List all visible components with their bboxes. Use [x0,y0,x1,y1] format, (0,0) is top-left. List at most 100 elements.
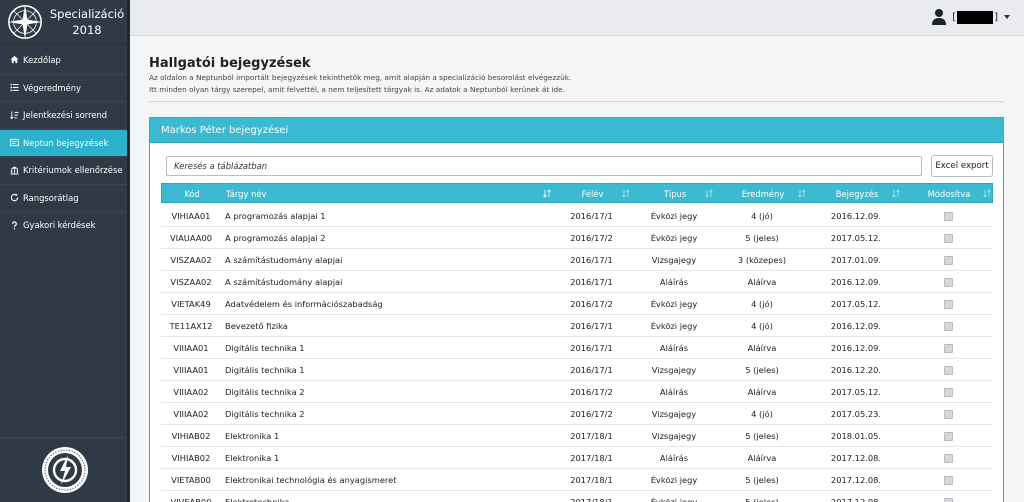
cell-modositva [903,381,993,403]
col-header-targy[interactable]: Tárgy név [226,184,267,204]
cell-modositva [903,337,993,359]
cell-bejegyzes: 2017.05.12. [830,233,882,243]
modified-checkbox [943,233,953,243]
cell-tipus: Évközi jegy [650,299,698,309]
table-row[interactable]: VIIIAA01 Digitális technika 1 2016/17/1 Viz… [161,359,993,381]
cell-felev: 2016/17/1 [570,211,613,221]
entries-panel: Markos Péter bejegyzései Keresés a táblá… [149,117,1004,502]
cell-felev: 2016/17/2 [570,233,613,243]
cell-modositva [903,227,993,249]
panel-title: Markos Péter bejegyzései [150,118,1003,143]
cell-modositva [903,271,993,293]
table-row[interactable]: TE11AX12 Bevezető fizika 2016/17/1 Évközi j… [161,315,993,337]
col-header-eredmeny[interactable]: Eredmény [719,184,807,204]
table-row[interactable]: VIETAK49 Adatvédelem és információszabads… [161,293,993,315]
modified-checkbox [943,277,953,287]
sidebar-item-rangsoratlag[interactable]: Rangsorátlag [0,183,130,212]
sidebar-item-kezdolap[interactable]: Kezdőlap [0,46,130,74]
col-header-label: Típus [663,189,687,199]
sidebar-item-neptun-bejegyzesek[interactable]: Neptun bejegyzések [0,128,130,156]
user-name-bracket-open: [ [952,11,957,23]
cell-felev: 2017/18/1 [570,431,613,441]
cell-targy-nev: Elektronika 1 [225,453,280,463]
cell-tipus: Évközi jegy [650,475,698,485]
cell-kod: TE11AX12 [169,321,213,331]
sidebar-item-jelentkezesi-sorrend[interactable]: Jelentkezési sorrend [0,101,130,129]
cell-modositva [903,469,993,491]
cell-bejegyzes: 2017.01.09. [830,255,882,265]
app-title-line1: Specializáció [49,7,125,21]
modified-checkbox [943,431,953,441]
user-icon [932,9,947,25]
cell-felev: 2017/18/1 [570,475,613,485]
sidebar-nav: Kezdőlap Végeredmény Jelentkezési sorren… [0,46,130,239]
modified-checkbox [943,343,953,353]
cell-bejegyzes: 2017.12.08. [830,453,882,463]
table-row[interactable]: VISZAA02 A számítástudomány alapjai 2016/1… [161,271,993,293]
list-icon [10,84,19,92]
cell-bejegyzes: 2018.01.05. [830,431,882,441]
col-header-kod[interactable]: Kód [162,184,222,204]
table-row[interactable]: VIAUAA00 A programozás alapjai 2 2016/17/2… [161,227,993,249]
table-row[interactable]: VIHIAA01 A programozás alapjai 1 2016/17/1… [161,205,993,227]
modified-checkbox [943,409,953,419]
compass-logo-icon [7,4,43,40]
cell-tipus: Évközi jegy [650,321,698,331]
col-header-label: Kód [184,189,200,199]
cell-eredmeny: 4 (jó) [751,211,773,221]
brand[interactable]: Specializáció 2018 [0,0,130,45]
cell-modositva [903,249,993,271]
col-header-felev[interactable]: Félév [557,184,628,204]
table-row[interactable]: VIETAB00 Elektronikai technológia és anya… [161,469,993,491]
cell-felev: 2016/17/1 [570,277,613,287]
cell-bejegyzes: 2016.12.20. [830,365,882,375]
cell-felev: 2016/17/1 [570,321,613,331]
sort-asc-icon[interactable] [543,189,551,198]
cell-kod: VIIIAA02 [173,387,209,397]
table-row[interactable]: VIIIAA02 Digitális technika 2 2016/17/2 Viz… [161,403,993,425]
table-row[interactable]: VIHIAB02 Elektronika 1 2017/18/1 Vizsgajegy… [161,425,993,447]
sort-icon[interactable] [892,189,900,198]
sidebar-item-kriteriumok[interactable]: Kritériumok ellenőrzése [0,156,130,184]
user-menu[interactable]: [ ] [931,8,1010,26]
cell-kod: VIIIAA01 [173,343,209,353]
col-header-modositva[interactable]: Módosítva [904,184,994,204]
table-row[interactable]: VISZAA02 A számítástudomány alapjai 2016/1… [161,249,993,271]
app-title-line2: 2018 [72,23,102,37]
table-row[interactable]: VIHIAB02 Elektronika 1 2017/18/1 Aláírás Alá… [161,447,993,469]
cell-eredmeny: 3 (közepes) [737,255,787,265]
col-header-tipus[interactable]: Típus [636,184,714,204]
sort-icon[interactable] [983,189,991,198]
cell-tipus: Évközi jegy [650,233,698,243]
table-search-input[interactable]: Keresés a táblázatban [166,156,922,176]
cell-targy-nev: Digitális technika 1 [225,365,305,375]
cell-bejegyzes: 2017.05.12. [830,387,882,397]
col-header-label: Módosítva [927,189,971,199]
cell-felev: 2017/18/1 [570,453,613,463]
excel-export-button[interactable]: Excel export [931,155,993,177]
cell-felev: 2016/17/1 [570,365,613,375]
col-header-bejegyzes[interactable]: Bejegyzés [813,184,901,204]
sidebar-item-vegeredmeny[interactable]: Végeredmény [0,73,130,102]
cell-modositva [903,359,993,381]
cell-tipus: Aláírás [659,343,689,353]
modified-checkbox [943,475,953,485]
home-icon [10,56,19,64]
table-header: Kód Tárgy név Félév Típus Eredmény Bejeg… [161,183,993,203]
cell-targy-nev: Adatvédelem és információszabadság [225,299,383,309]
cell-bejegyzes: 2017.05.12. [830,299,882,309]
table-row[interactable]: VIIIAA01 Digitális technika 1 2016/17/1 Alá… [161,337,993,359]
sort-icon[interactable] [798,189,806,198]
cell-tipus: Aláírás [659,277,689,287]
modified-checkbox [943,321,953,331]
sort-icon[interactable] [622,189,630,198]
sort-icon[interactable] [705,189,713,198]
table-row[interactable]: VIVEAB00 Elektrotechnika 2017/18/1 Évközi j… [161,491,993,502]
cell-kod: VIVEAB00 [170,497,212,502]
cell-felev: 2016/17/2 [570,409,613,419]
table-row[interactable]: VIIIAA02 Digitális technika 2 2016/17/2 Alá… [161,381,993,403]
sidebar-item-gyakori-kerdesek[interactable]: Gyakori kérdések [0,211,130,239]
cell-eredmeny: Aláírva [747,277,777,287]
cell-kod: VIAUAA00 [169,233,212,243]
cell-targy-nev: Digitális technika 1 [225,343,305,353]
